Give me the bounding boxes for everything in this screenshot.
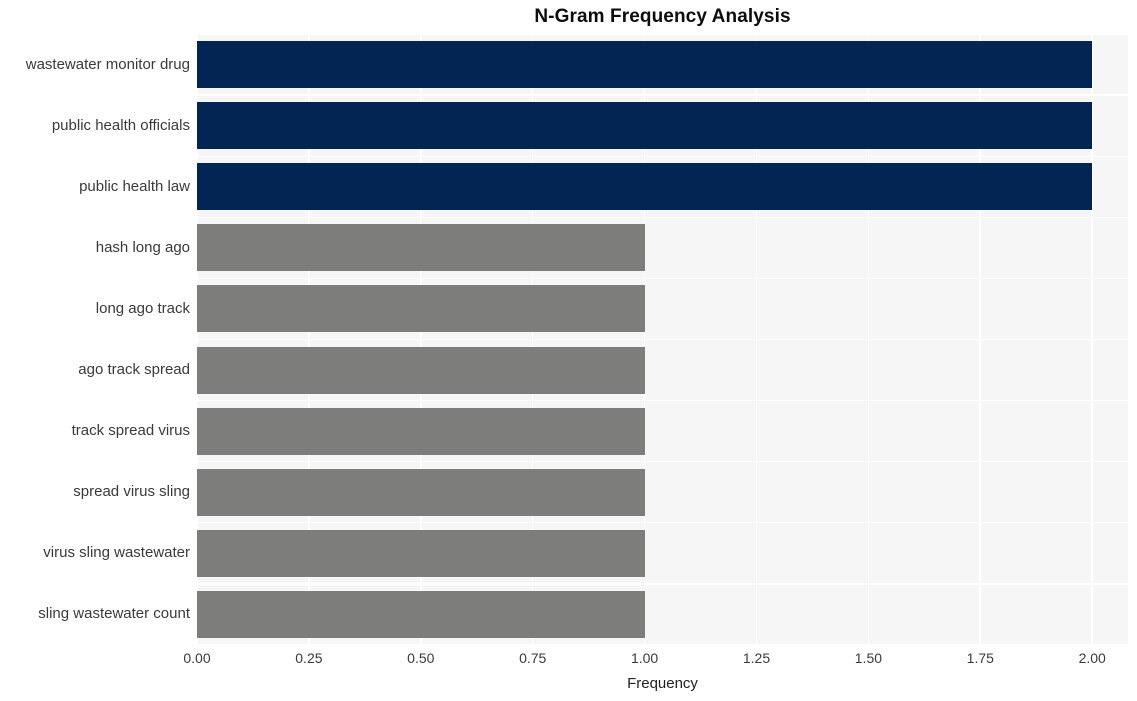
bar[interactable] [197,163,1093,211]
x-axis-tick-label: 1.50 [854,650,883,666]
y-axis-tick-label: hash long ago [95,238,190,256]
y-axis-tick-label: public health law [79,177,190,195]
y-gridline [197,277,1128,280]
y-axis-labels: wastewater monitor drug public health off… [0,34,190,645]
y-gridline [197,34,1128,35]
plot-area [197,34,1128,645]
chart-title: N-Gram Frequency Analysis [534,6,791,27]
y-axis-tick-label: long ago track [95,299,190,317]
y-axis-tick-label: track spread virus [71,422,190,440]
y-gridline [197,644,1128,645]
y-gridline [197,94,1128,96]
chart-figure: N-Gram Frequency Analysis wastewater mon… [0,0,1137,701]
x-axis-tick-label: 0.00 [183,650,211,666]
bar[interactable] [197,468,645,516]
x-axis-tick-label: 1.00 [630,650,659,666]
bar[interactable] [197,346,645,394]
bar[interactable] [197,224,645,272]
x-axis-tick-label: 1.25 [742,650,771,666]
y-gridline [197,399,1128,402]
y-gridline [197,155,1128,157]
y-gridline [197,216,1128,218]
bar[interactable] [197,407,645,455]
x-axis-tick-label: 0.50 [407,650,435,666]
x-axis-tick-label: 2.00 [1078,650,1106,666]
y-gridline [197,583,1128,585]
y-axis-tick-label: ago track spread [78,361,190,379]
y-axis-tick-label: sling wastewater count [38,605,190,623]
y-axis-tick-label: wastewater monitor drug [25,55,190,73]
x-axis-tick-label: 0.75 [519,650,547,666]
y-gridline [197,522,1128,524]
bar[interactable] [197,529,645,577]
bar[interactable] [197,102,1093,150]
x-axis-tick-labels: 0.00 0.25 0.50 0.75 1.00 1.25 1.50 1.75 2.00 [183,649,1128,671]
x-axis-tick-label: 0.25 [295,650,323,666]
y-gridline [197,461,1128,463]
y-axis-tick-label: public health officials [51,116,190,134]
y-axis-tick-label: spread virus sling [73,483,190,501]
y-axis-tick-label: virus sling wastewater [43,544,190,562]
y-gridline [197,338,1128,341]
x-axis-tick-label: 1.75 [966,650,994,666]
x-axis-label: Frequency [627,675,698,692]
bar[interactable] [197,590,645,638]
bar[interactable] [197,285,645,333]
bar[interactable] [197,41,1093,89]
